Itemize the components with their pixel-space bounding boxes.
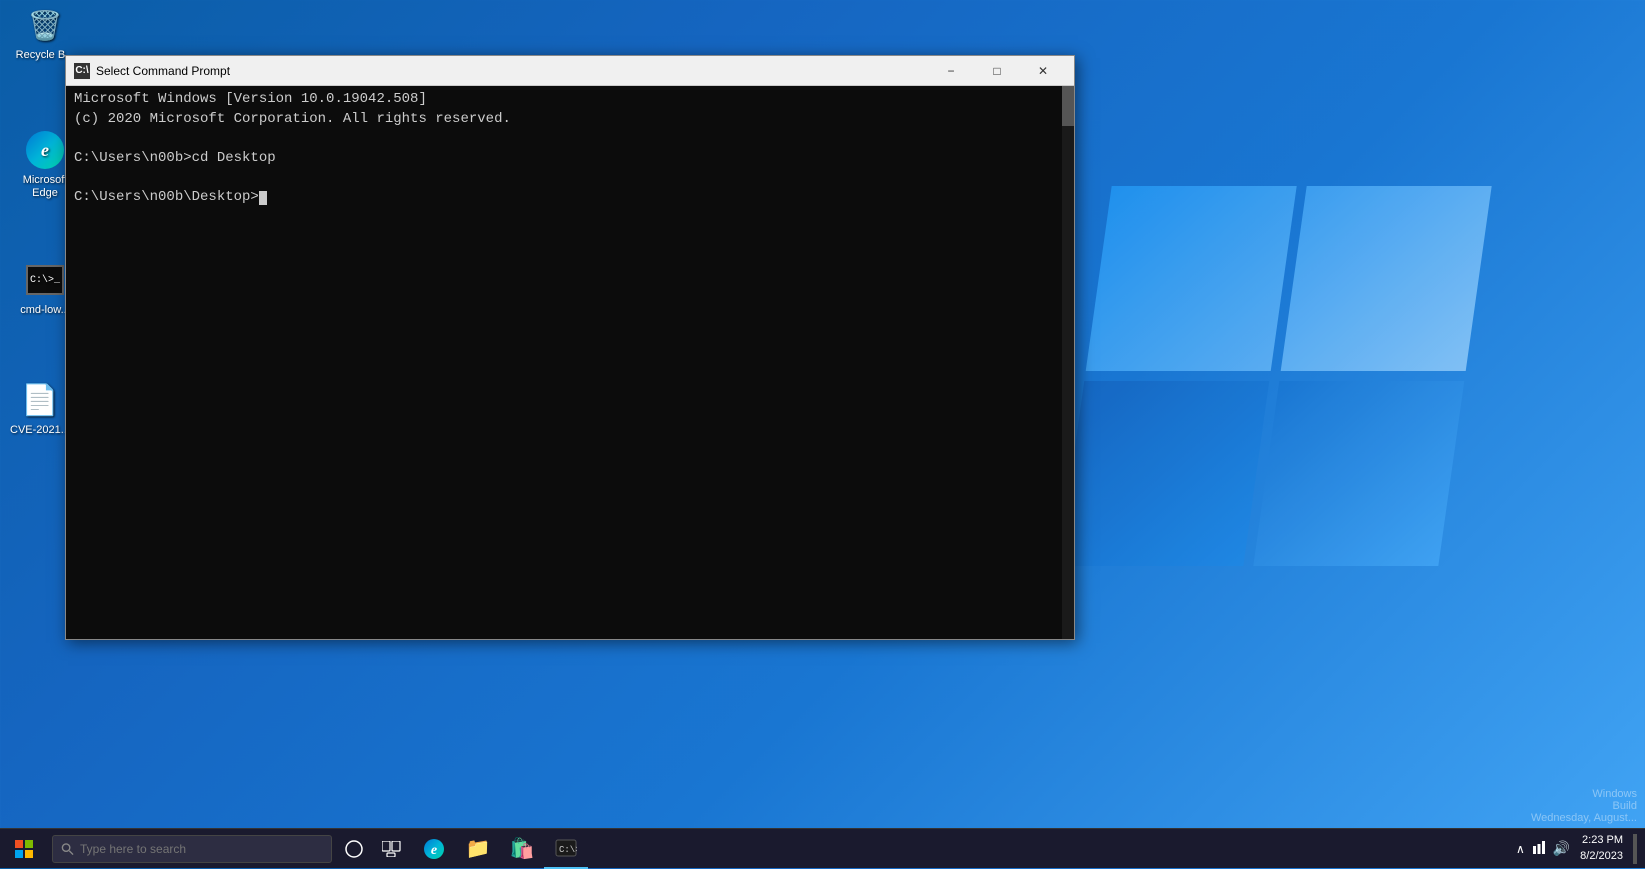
show-desktop-button[interactable] [1633, 834, 1637, 864]
taskbar-app-explorer[interactable]: 📁 [456, 829, 500, 869]
cve-label: CVE-2021... [10, 424, 70, 437]
cmd-icon-shape: C:\>_ [26, 265, 64, 295]
taskbar-right: ∧ 🔊 2:23 PM 8/2/2023 [1516, 829, 1645, 868]
taskbar-search-bar[interactable] [52, 835, 332, 863]
cmd-scrollbar-thumb[interactable] [1062, 86, 1074, 126]
maximize-button[interactable]: □ [974, 56, 1020, 86]
cmd-line-6: C:\Users\n00b\Desktop> [74, 189, 259, 205]
cmd-titlebar-title: Select Command Prompt [96, 64, 928, 78]
windows-logo [1085, 186, 1465, 566]
terminal-icon: C:\>_ [555, 839, 577, 857]
explorer-icon: 📁 [466, 836, 491, 861]
cursor-block [259, 191, 267, 205]
cmd-icon: C:\>_ [25, 260, 65, 300]
taskbar-clock[interactable]: 2:23 PM 8/2/2023 [1576, 833, 1627, 864]
cmd-titlebar[interactable]: C:\ Select Command Prompt − □ ✕ [66, 56, 1074, 86]
clock-time: 2:23 PM [1582, 833, 1623, 848]
close-button[interactable]: ✕ [1020, 56, 1066, 86]
search-input[interactable] [80, 842, 323, 856]
start-button[interactable] [0, 829, 48, 869]
volume-icon[interactable]: 🔊 [1553, 840, 1570, 857]
cmd-window: C:\ Select Command Prompt − □ ✕ Microsof… [65, 55, 1075, 640]
taskbar-app-terminal[interactable]: C:\>_ [544, 829, 588, 869]
cmd-scrollbar[interactable] [1062, 86, 1074, 639]
cmd-content[interactable]: Microsoft Windows [Version 10.0.19042.50… [66, 86, 1074, 639]
task-view-button[interactable] [372, 829, 412, 869]
start-icon [15, 840, 33, 858]
cmd-titlebar-icon: C:\ [74, 63, 90, 79]
cmd-line-1: Microsoft Windows [Version 10.0.19042.50… [74, 91, 427, 107]
win-logo-tr [1281, 186, 1492, 371]
clock-date: 8/2/2023 [1580, 849, 1623, 864]
minimize-button[interactable]: − [928, 56, 974, 86]
cmd-label: cmd-low... [20, 304, 70, 317]
win-logo-br [1253, 381, 1464, 566]
cmd-line-2: (c) 2020 Microsoft Corporation. All righ… [74, 111, 511, 127]
tray-show-hidden[interactable]: ∧ [1516, 842, 1525, 856]
taskbar-app-edge[interactable]: e [412, 829, 456, 869]
edge-app-icon: e [25, 130, 65, 170]
network-svg-icon [1531, 840, 1547, 854]
cmd-line-4: C:\Users\n00b>cd Desktop [74, 150, 276, 166]
search-icon [61, 842, 74, 856]
win-logo-bl [1058, 381, 1269, 566]
cve-icon: 📄 [20, 380, 60, 420]
cmd-titlebar-controls: − □ ✕ [928, 56, 1066, 86]
taskbar-apps: e 📁 🛍️ C:\>_ [412, 829, 588, 868]
store-icon: 🛍️ [510, 836, 535, 861]
svg-text:e: e [431, 843, 437, 858]
desktop-icon-recycle-bin[interactable]: 🗑️ Recycle B... [10, 5, 80, 62]
taskbar-app-store[interactable]: 🛍️ [500, 829, 544, 869]
cmd-terminal[interactable]: Microsoft Windows [Version 10.0.19042.50… [66, 86, 1062, 639]
edge-icon-shape: e [26, 131, 64, 169]
svg-text:C:\>_: C:\>_ [559, 845, 577, 855]
cortana-button[interactable] [336, 829, 372, 869]
taskbar: e 📁 🛍️ C:\>_ ∧ [0, 828, 1645, 868]
win-logo-tl [1086, 186, 1297, 371]
network-icon[interactable] [1531, 840, 1547, 857]
cortana-icon [344, 839, 364, 859]
taskbar-edge-icon: e [423, 838, 445, 860]
recycle-bin-icon: 🗑️ [25, 5, 65, 45]
task-view-icon [382, 841, 402, 857]
